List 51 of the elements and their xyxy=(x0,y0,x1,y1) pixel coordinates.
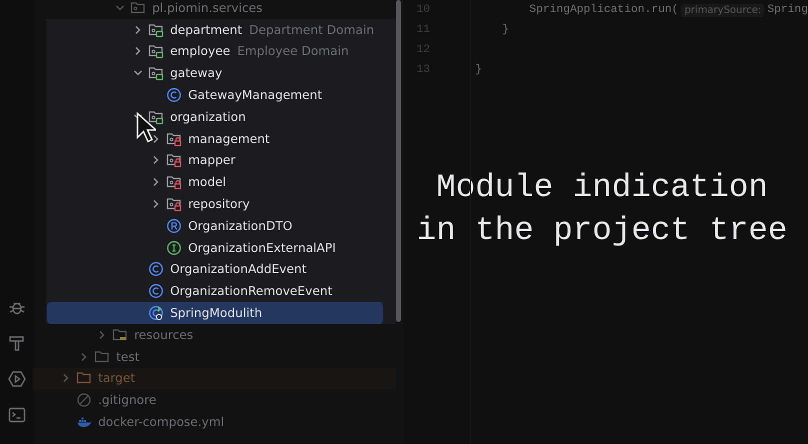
class-icon xyxy=(148,283,164,300)
class-icon xyxy=(148,261,164,278)
tree-item[interactable]: OrganizationAddEvent xyxy=(46,258,396,280)
caption-text: in the project tree xyxy=(416,211,788,251)
record-icon xyxy=(166,218,182,234)
locked-folder-icon xyxy=(166,174,182,190)
caption-text: Module indication xyxy=(436,168,768,208)
tree-item[interactable]: model xyxy=(46,171,396,194)
tree-item[interactable]: OrganizationRemoveEvent xyxy=(46,280,396,302)
tree-item[interactable]: mapper xyxy=(46,150,396,172)
tree-item[interactable]: GatewayManagement xyxy=(46,84,396,106)
package-folder-icon xyxy=(130,0,146,16)
tree-item[interactable]: OrganizationDTO xyxy=(46,214,396,237)
class-icon xyxy=(166,87,182,104)
module-folder-icon xyxy=(148,108,164,125)
tree-item[interactable]: test xyxy=(34,346,402,368)
folder-icon xyxy=(94,348,110,365)
locked-folder-icon xyxy=(166,152,182,168)
tree-item[interactable]: repository xyxy=(46,193,396,215)
scrollbar[interactable] xyxy=(396,0,402,322)
terminal-icon[interactable] xyxy=(8,406,26,424)
locked-folder-icon xyxy=(166,196,182,212)
module-folder-icon xyxy=(148,43,164,60)
tree-item[interactable]: department Department Domain xyxy=(46,18,396,41)
class-run-icon xyxy=(148,305,164,322)
code-line: } xyxy=(501,24,509,36)
hammer-icon[interactable] xyxy=(8,334,26,352)
code-line: } xyxy=(475,64,482,76)
code-line: Spring xyxy=(767,4,808,16)
interface-icon xyxy=(166,240,182,256)
blocked-icon xyxy=(76,392,92,408)
mouse-pointer-icon xyxy=(136,112,156,143)
tree-item[interactable]: management xyxy=(46,128,396,150)
module-hint: Department Domain xyxy=(249,22,374,37)
tree-item[interactable]: OrganizationExternalAPI xyxy=(46,236,396,259)
tree-item[interactable]: employee Employee Domain xyxy=(46,40,396,62)
tree-item[interactable]: organization xyxy=(46,106,396,128)
tree-item[interactable]: gateway xyxy=(46,62,396,84)
tree-item[interactable]: SpringModulith xyxy=(47,302,384,324)
code-line: SpringApplication.run( xyxy=(528,4,678,16)
module-folder-icon xyxy=(148,22,164,38)
play-icon[interactable] xyxy=(8,370,26,388)
tree-item[interactable]: docker-compose.yml xyxy=(34,411,402,433)
module-hint: Employee Domain xyxy=(237,44,349,58)
resources-folder-icon xyxy=(112,326,128,343)
parameter-hint: primarySource: xyxy=(681,4,764,16)
module-folder-icon xyxy=(148,65,164,82)
tree-item[interactable]: pl.piomin.services xyxy=(34,0,402,19)
locked-folder-icon xyxy=(166,130,182,147)
tree-item[interactable]: resources xyxy=(34,324,402,346)
tree-item[interactable]: .gitignore xyxy=(34,389,402,412)
